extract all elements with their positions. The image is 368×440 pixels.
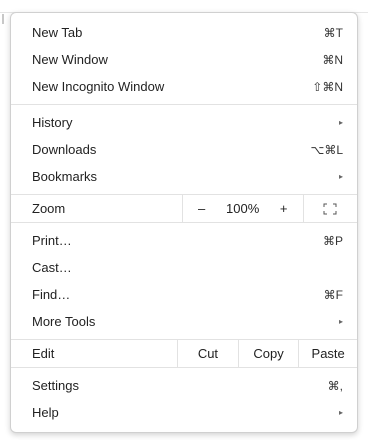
paste-button[interactable]: Paste	[298, 340, 357, 367]
menu-item-shortcut: ⌘,	[327, 378, 343, 393]
submenu-arrow-icon: ▸	[338, 408, 343, 417]
browser-menu: New Tab ⌘T New Window ⌘N New Incognito W…	[10, 12, 358, 433]
zoom-label: Zoom	[32, 201, 66, 216]
menu-item-shortcut: ⌥⌘L	[310, 142, 343, 157]
menu-item-label: More Tools	[32, 314, 96, 329]
menu-item-label: History	[32, 115, 73, 130]
menu-item-new-tab[interactable]: New Tab ⌘T	[11, 19, 357, 46]
menu-item-find[interactable]: Find… ⌘F	[11, 281, 357, 308]
zoom-level: 100%	[226, 201, 260, 216]
menu-item-label: Help	[32, 405, 59, 420]
menu-item-label: Settings	[32, 378, 79, 393]
menu-item-label: Print…	[32, 233, 72, 248]
menu-item-label: Bookmarks	[32, 169, 98, 184]
fullscreen-button[interactable]	[304, 195, 357, 222]
menu-item-label: Downloads	[32, 142, 97, 157]
menu-item-new-window[interactable]: New Window ⌘N	[11, 46, 357, 73]
menu-item-settings[interactable]: Settings ⌘,	[11, 372, 357, 399]
submenu-arrow-icon: ▸	[338, 118, 343, 127]
menu-item-downloads[interactable]: Downloads ⌥⌘L	[11, 136, 357, 163]
menu-item-label: Find…	[32, 287, 71, 302]
zoom-in-button[interactable]: +	[265, 201, 303, 216]
menu-item-label: Cast…	[32, 260, 72, 275]
menu-item-shortcut: ⌘F	[323, 287, 343, 302]
submenu-arrow-icon: ▸	[338, 317, 343, 326]
menu-item-help[interactable]: Help ▸	[11, 399, 357, 426]
menu-item-label: New Incognito Window	[32, 79, 165, 94]
menu-item-history[interactable]: History ▸	[11, 109, 357, 136]
menu-item-bookmarks[interactable]: Bookmarks ▸	[11, 163, 357, 190]
menu-item-new-incognito-window[interactable]: New Incognito Window ⇧⌘N	[11, 73, 357, 100]
fullscreen-icon	[323, 203, 337, 214]
menu-item-cast[interactable]: Cast…	[11, 254, 357, 281]
edit-label: Edit	[32, 346, 55, 361]
menu-separator	[11, 104, 357, 105]
zoom-controls: – 100% +	[181, 195, 304, 222]
menu-item-print[interactable]: Print… ⌘P	[11, 227, 357, 254]
zoom-out-button[interactable]: –	[183, 201, 221, 216]
menu-item-shortcut: ⌘T	[323, 25, 343, 40]
background-edge	[2, 14, 4, 24]
submenu-arrow-icon: ▸	[338, 172, 343, 181]
menu-item-shortcut: ⌘P	[322, 233, 343, 248]
menu-item-shortcut: ⌘N	[322, 52, 343, 67]
menu-separator	[11, 367, 357, 368]
edit-row: Edit Cut Copy Paste	[11, 340, 357, 367]
menu-item-more-tools[interactable]: More Tools ▸	[11, 308, 357, 335]
zoom-row: Zoom – 100% +	[11, 195, 357, 222]
menu-item-label: New Window	[32, 52, 108, 67]
menu-item-label: New Tab	[32, 25, 83, 40]
menu-separator	[11, 222, 357, 223]
copy-button[interactable]: Copy	[237, 340, 299, 367]
menu-item-shortcut: ⇧⌘N	[312, 79, 343, 94]
cut-button[interactable]: Cut	[177, 340, 238, 367]
